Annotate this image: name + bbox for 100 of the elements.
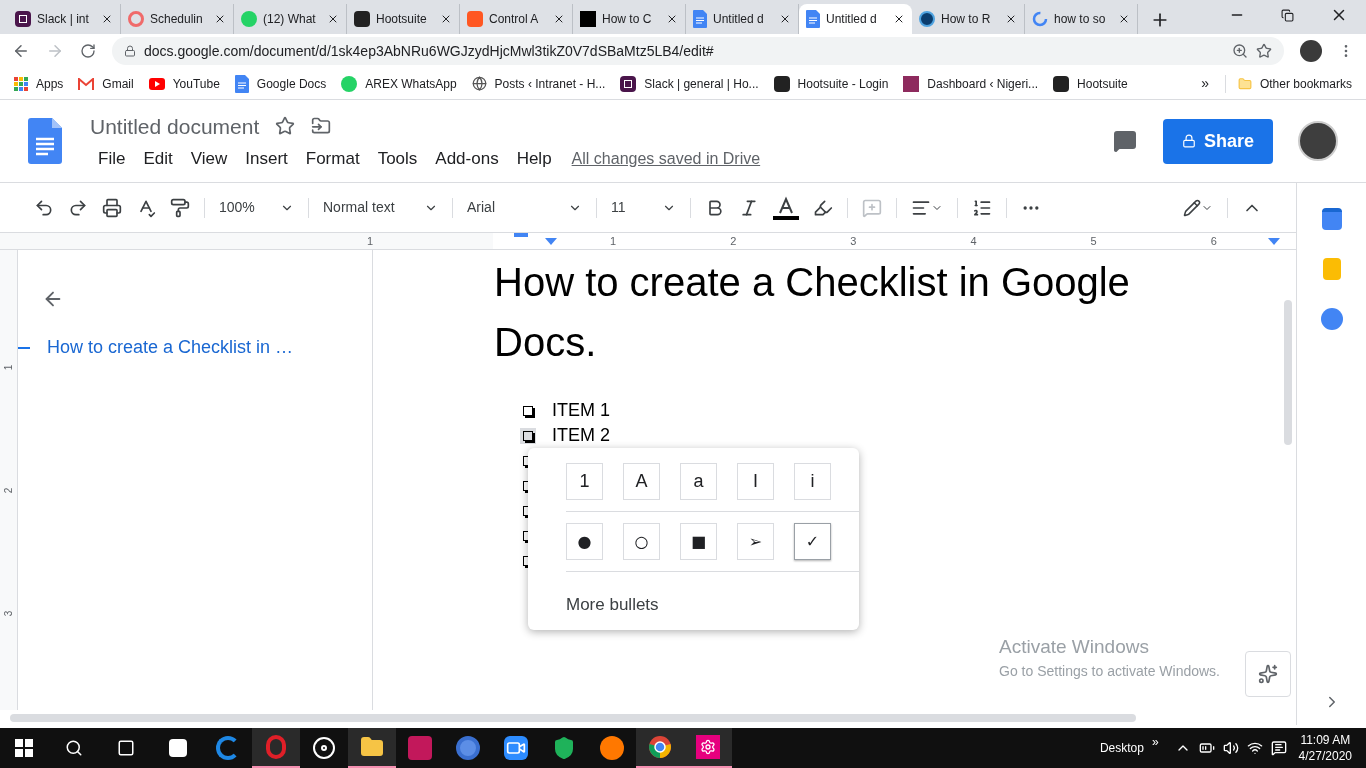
menu-item[interactable]: Edit [135, 146, 181, 172]
menu-item[interactable]: Help [508, 146, 560, 172]
desktop-toolbar-label[interactable]: Desktop [1099, 739, 1144, 757]
browser-tab[interactable]: Hootsuite [347, 4, 460, 34]
numbering-option[interactable]: i [794, 463, 831, 500]
outline-heading[interactable]: How to create a Checklist in … [47, 334, 294, 361]
scrollbar-thumb[interactable] [10, 713, 1136, 722]
avatar[interactable] [1298, 121, 1338, 161]
bullet-option[interactable]: ● [566, 523, 603, 560]
highlighter-icon[interactable] [813, 197, 833, 218]
italic-icon[interactable] [739, 197, 759, 218]
list-item-text[interactable]: ITEM 1 [552, 397, 610, 424]
font-size-dropdown[interactable]: 11 [611, 197, 676, 218]
bookmark-folder[interactable]: Other bookmarks [1224, 74, 1352, 93]
bookmark[interactable]: Gmail [78, 74, 134, 93]
menu-item[interactable]: File [90, 146, 134, 172]
star-icon[interactable] [275, 116, 296, 137]
move-folder-icon[interactable] [311, 116, 332, 137]
reload-icon[interactable] [80, 43, 96, 59]
menu-item[interactable]: Add-ons [427, 146, 507, 172]
browser-tab[interactable]: How to C [573, 4, 686, 34]
menu-item[interactable]: View [182, 146, 236, 172]
docs-logo-icon[interactable] [28, 118, 62, 164]
browser-tab[interactable]: Control A [460, 4, 573, 34]
bookmark[interactable]: Hootsuite [1053, 74, 1128, 93]
toolbar-expand-button[interactable]: » [1151, 733, 1159, 751]
bookmark[interactable]: YouTube [148, 74, 220, 93]
wifi-icon[interactable] [1246, 740, 1263, 756]
close-icon[interactable] [440, 13, 452, 25]
close-icon[interactable] [327, 13, 339, 25]
menu-item[interactable]: Tools [369, 146, 426, 172]
clock[interactable]: 11:09 AM 4/27/2020 [1298, 732, 1352, 764]
share-button[interactable]: Share [1163, 118, 1273, 164]
save-status-link[interactable]: All changes saved in Drive [571, 146, 761, 171]
numbering-option[interactable]: 1 [566, 463, 603, 500]
close-icon[interactable] [1118, 13, 1130, 25]
numbering-option[interactable]: a [680, 463, 717, 500]
undo-icon[interactable] [34, 197, 54, 218]
editing-mode-dropdown[interactable] [1183, 198, 1213, 217]
indent-marker-icon[interactable] [514, 233, 528, 237]
bookmark[interactable]: AREX WhatsApp [341, 74, 457, 93]
browser-tab[interactable]: (12) What [234, 4, 347, 34]
font-dropdown[interactable]: Arial [467, 197, 582, 218]
profile-avatar[interactable] [1300, 40, 1322, 62]
browser-tab[interactable]: Slack | int [8, 4, 121, 34]
taskbar-app[interactable] [636, 728, 684, 768]
close-icon[interactable] [779, 13, 791, 25]
browser-tab[interactable]: How to R [912, 4, 1025, 34]
taskbar-app[interactable] [684, 728, 732, 768]
close-icon[interactable] [214, 13, 226, 25]
close-icon[interactable] [101, 13, 113, 25]
close-icon[interactable] [1005, 13, 1017, 25]
browser-tab[interactable]: Untitled d [686, 4, 799, 34]
close-icon[interactable] [553, 13, 565, 25]
print-icon[interactable] [102, 197, 122, 218]
search-icon[interactable] [65, 739, 83, 757]
zoom-icon[interactable] [1232, 43, 1248, 59]
address-bar[interactable]: docs.google.com/document/d/1sk4ep3AbNRu6WGJzydHjcMwl3tikZ0V7dSBaMtz5LB4/edit# [112, 37, 1284, 65]
bookmark[interactable]: Dashboard ‹ Nigeri... [903, 74, 1039, 93]
notification-icon[interactable] [1270, 740, 1287, 756]
scrollbar-thumb[interactable] [1284, 300, 1292, 445]
checkbox-bullet[interactable] [520, 427, 536, 444]
bookmark[interactable]: Apps [14, 74, 64, 93]
battery-icon[interactable] [1198, 740, 1215, 756]
style-dropdown[interactable]: Normal text [323, 197, 438, 218]
star-icon[interactable] [1256, 43, 1272, 59]
browser-tab[interactable]: Untitled d [799, 4, 912, 34]
explore-button[interactable] [1244, 651, 1291, 697]
bullet-option[interactable]: ○ [623, 523, 660, 560]
taskbar-app[interactable] [252, 728, 300, 768]
bullet-option[interactable]: ➢ [737, 523, 774, 560]
restore-icon[interactable] [1281, 8, 1294, 22]
bookmark[interactable]: Slack | general | Ho... [620, 74, 759, 93]
close-icon[interactable] [893, 13, 905, 25]
text-color-icon[interactable] [773, 195, 799, 220]
list-item-text[interactable]: ITEM 2 [552, 422, 610, 449]
bookmark[interactable]: Hootsuite - Login [773, 74, 889, 93]
bullet-option[interactable]: ■ [680, 523, 717, 560]
more-bookmarks-button[interactable]: » [1201, 73, 1209, 94]
paint-format-icon[interactable] [170, 197, 190, 218]
more-bullets-item[interactable]: More bullets [566, 592, 859, 618]
browser-tab[interactable]: how to so [1025, 4, 1138, 34]
browser-tab[interactable]: Schedulin [121, 4, 234, 34]
back-icon[interactable] [12, 42, 30, 60]
zoom-dropdown[interactable]: 100% [219, 197, 294, 218]
task-view-icon[interactable] [117, 739, 135, 757]
bookmark[interactable]: Posts ‹ Intranet - H... [471, 74, 606, 93]
redo-icon[interactable] [68, 197, 88, 218]
numbering-option[interactable]: I [737, 463, 774, 500]
bookmark[interactable]: Google Docs [234, 74, 327, 93]
windows-logo-icon[interactable] [15, 739, 33, 757]
comments-icon[interactable] [1113, 129, 1137, 153]
document-heading[interactable]: How to create a Checklist in Google Docs. [494, 252, 1214, 372]
menu-item[interactable]: Insert [237, 146, 296, 172]
numbering-option[interactable]: A [623, 463, 660, 500]
menu-item[interactable]: Format [297, 146, 368, 172]
volume-icon[interactable] [1222, 740, 1239, 756]
bullet-option[interactable]: ✓ [794, 523, 831, 560]
close-icon[interactable] [666, 13, 678, 25]
taskbar-app[interactable] [348, 728, 396, 768]
